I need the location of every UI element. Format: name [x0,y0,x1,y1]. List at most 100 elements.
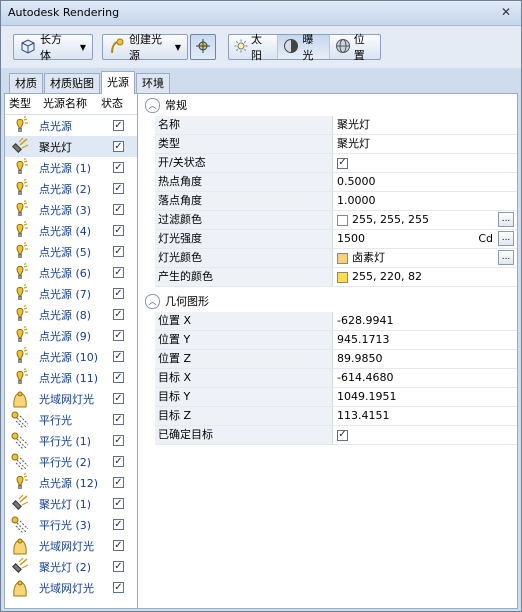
light-status-checkbox[interactable]: ✓ [113,162,124,173]
target-x-value[interactable]: -614.4680 [333,369,517,387]
light-status-checkbox[interactable]: ✓ [113,498,124,509]
status-column-header[interactable]: 状态 [101,94,123,114]
point-light-icon [9,325,31,346]
light-list-item[interactable]: 点光源 (5) ✓ [5,241,137,262]
collapse-icon[interactable]: ︿ [145,293,160,309]
light-name: 点光源 (4) [39,224,92,238]
collapse-icon[interactable]: ︿ [145,97,160,113]
filter-color-ellipsis-button[interactable]: ... [498,212,514,227]
type-column-header[interactable]: 类型 [9,94,43,114]
light-status-checkbox[interactable]: ✓ [113,540,124,551]
result-color-value: 255, 220, 82 [333,268,517,286]
position-y-value[interactable]: 945.1713 [333,331,517,349]
light-name: 点光源 [39,119,72,133]
light-list-item[interactable]: 点光源 (2) ✓ [5,178,137,199]
tab-materials[interactable]: 材质 [9,73,43,94]
type-value[interactable]: 聚光灯 [333,135,517,153]
light-status-checkbox[interactable]: ✓ [113,120,124,131]
name-column-header[interactable]: 光源名称 [43,94,101,114]
property-row: 目标 X -614.4680 [155,369,517,388]
target-y-value[interactable]: 1049.1951 [333,388,517,406]
point-light-icon [9,241,31,262]
exposure-button[interactable]: 曝光 [278,33,330,62]
tab-environment[interactable]: 环境 [136,73,170,94]
sun-exposure-location-group: 太阳 曝光 位置 [228,33,381,62]
intensity-unit: Cd [478,232,493,245]
light-status-checkbox[interactable]: ✓ [113,267,124,278]
light-list-item[interactable]: 聚光灯 (1) ✓ [5,493,137,514]
light-list-item[interactable]: 光域网灯光 ✓ [5,535,137,556]
light-status-checkbox[interactable]: ✓ [113,309,124,320]
light-status-checkbox[interactable]: ✓ [113,246,124,257]
light-status-checkbox[interactable]: ✓ [113,330,124,341]
light-list-item[interactable]: 光域网灯光 ✓ [5,577,137,598]
property-label: 过滤颜色 [155,211,333,229]
onoff-checkbox[interactable]: ✓ [337,157,348,169]
light-status-checkbox[interactable]: ✓ [113,477,124,488]
light-status-checkbox[interactable]: ✓ [113,204,124,215]
shape-dropdown-button[interactable]: 长方体 ▼ [13,33,93,62]
light-name: 点光源 (5) [39,245,92,259]
light-status-checkbox[interactable]: ✓ [113,456,124,467]
target-z-value[interactable]: 113.4151 [333,407,517,425]
light-list-item[interactable]: 点光源 (10) ✓ [5,346,137,367]
property-row: 灯光强度 1500 Cd... [155,230,517,249]
tab-lights[interactable]: 光源 [101,71,135,94]
light-status-checkbox[interactable]: ✓ [113,519,124,530]
lamp-color-ellipsis-button[interactable]: ... [498,250,514,265]
light-status-checkbox[interactable]: ✓ [113,393,124,404]
light-list-item[interactable]: 点光源 (1) ✓ [5,157,137,178]
position-z-value[interactable]: 89.9850 [333,350,517,368]
create-light-button[interactable]: 创建光源 ▼ [102,33,188,62]
general-section-header[interactable]: ︿ 常规 [141,94,517,116]
geometry-section-header[interactable]: ︿ 几何图形 [141,290,517,312]
property-label: 目标 Z [155,407,333,425]
toolbar: 长方体 ▼ 创建光源 ▼ 太阳 曝光 位置 [1,26,521,68]
light-list-item[interactable]: 平行光 (2) ✓ [5,451,137,472]
light-list-item[interactable]: 聚光灯 ✓ [5,136,137,157]
property-row: 已确定目标 ✓ [155,426,517,445]
distant-light-icon [9,431,31,451]
falloff-value[interactable]: 1.0000 [333,192,517,210]
filter-color-value[interactable]: 255, 255, 255... [333,211,517,229]
intensity-value[interactable]: 1500 Cd... [333,230,517,248]
light-list-item[interactable]: 光域网灯光 ✓ [5,388,137,409]
close-icon[interactable]: ✕ [497,3,515,21]
light-status-checkbox[interactable]: ✓ [113,414,124,425]
light-list-item[interactable]: 点光源 (9) ✓ [5,325,137,346]
light-list-item[interactable]: 平行光 (3) ✓ [5,514,137,535]
light-status-checkbox[interactable]: ✓ [113,183,124,194]
light-status-checkbox[interactable]: ✓ [113,582,124,593]
light-status-checkbox[interactable]: ✓ [113,372,124,383]
light-list-item[interactable]: 点光源 (6) ✓ [5,262,137,283]
crosshair-light-icon [195,38,211,57]
light-list-item[interactable]: 点光源 (11) ✓ [5,367,137,388]
light-list-item[interactable]: 点光源 (8) ✓ [5,304,137,325]
light-list-item[interactable]: 点光源 ✓ [5,115,137,136]
light-status-checkbox[interactable]: ✓ [113,561,124,572]
lamp-color-value[interactable]: 卤素灯... [333,249,517,267]
sun-button[interactable]: 太阳 [229,33,279,62]
light-list-item[interactable]: 聚光灯 (2) ✓ [5,556,137,577]
light-list-item[interactable]: 点光源 (3) ✓ [5,199,137,220]
light-list-item[interactable]: 点光源 (4) ✓ [5,220,137,241]
light-status-checkbox[interactable]: ✓ [113,435,124,446]
position-x-value[interactable]: -628.9941 [333,312,517,330]
light-name: 聚光灯 (1) [39,497,92,511]
location-button[interactable]: 位置 [330,33,380,62]
light-status-checkbox[interactable]: ✓ [113,225,124,236]
light-status-checkbox[interactable]: ✓ [113,288,124,299]
name-value[interactable]: 聚光灯 [333,116,517,134]
intensity-ellipsis-button[interactable]: ... [498,231,514,246]
light-glyph-toggle[interactable] [190,34,216,60]
targeted-checkbox[interactable]: ✓ [337,429,348,441]
light-status-checkbox[interactable]: ✓ [113,351,124,362]
light-list-item[interactable]: 点光源 (12) ✓ [5,472,137,493]
hotspot-value[interactable]: 0.5000 [333,173,517,191]
light-list: 类型 光源名称 状态 点光源 ✓ 聚光灯 ✓ 点光源 (1) ✓ 点光源 (2) ✓ 点光源 (… [5,94,138,608]
light-status-checkbox[interactable]: ✓ [113,141,124,152]
tab-material-maps[interactable]: 材质贴图 [44,73,100,94]
light-list-item[interactable]: 平行光 (1) ✓ [5,430,137,451]
light-list-item[interactable]: 点光源 (7) ✓ [5,283,137,304]
light-list-item[interactable]: 平行光 ✓ [5,409,137,430]
